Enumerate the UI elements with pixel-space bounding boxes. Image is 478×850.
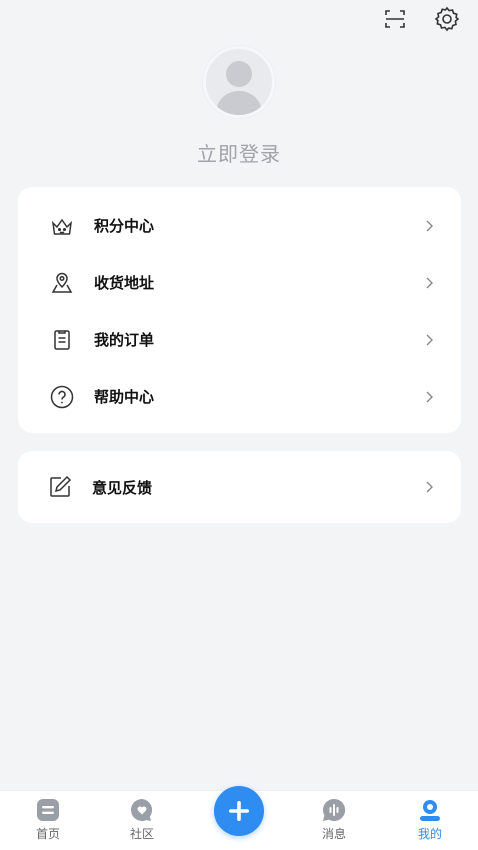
menu-item-label: 帮助中心 (94, 388, 155, 406)
tab-messages[interactable]: 消息 (304, 797, 364, 842)
tab-community[interactable]: 社区 (112, 797, 172, 842)
login-link[interactable]: 立即登录 (0, 138, 478, 167)
tab-home[interactable]: 首页 (18, 797, 78, 842)
tab-label: 消息 (321, 827, 346, 841)
crown-icon (48, 212, 76, 240)
menu-item-feedback[interactable]: 意见反馈 (18, 451, 461, 523)
chevron-right-icon (421, 218, 437, 234)
add-button[interactable] (214, 786, 264, 836)
tab-label: 首页 (35, 827, 60, 841)
location-icon (48, 269, 76, 297)
chevron-right-icon (421, 389, 437, 405)
top-icons (380, 4, 462, 34)
menu-item-address[interactable]: 收货地址 (18, 254, 461, 311)
edit-icon (46, 473, 74, 501)
message-icon (321, 797, 347, 823)
menu-card: 积分中心 收货地址 我的订单 帮助中心 (18, 187, 461, 433)
menu-item-help[interactable]: 帮助中心 (18, 368, 461, 425)
gear-icon[interactable] (432, 4, 462, 34)
plus-icon (229, 801, 249, 821)
tab-label: 我的 (417, 827, 442, 841)
avatar[interactable] (203, 46, 275, 118)
menu-item-label: 积分中心 (94, 217, 155, 235)
menu-item-label: 意见反馈 (92, 478, 153, 497)
profile-icon (417, 797, 443, 823)
community-icon (129, 797, 155, 823)
menu-item-label: 我的订单 (94, 331, 155, 349)
profile-section: 立即登录 (0, 46, 478, 167)
feedback-card: 意见反馈 (18, 451, 461, 523)
menu-item-label: 收货地址 (94, 274, 155, 292)
scan-icon[interactable] (380, 4, 410, 34)
order-icon (48, 326, 76, 354)
home-icon (35, 797, 61, 823)
chevron-right-icon (421, 479, 437, 495)
chevron-right-icon (421, 275, 437, 291)
help-icon (48, 383, 76, 411)
tab-label: 社区 (129, 827, 154, 841)
menu-item-points[interactable]: 积分中心 (18, 197, 461, 254)
tab-profile[interactable]: 我的 (400, 797, 460, 842)
chevron-right-icon (421, 332, 437, 348)
menu-item-orders[interactable]: 我的订单 (18, 311, 461, 368)
